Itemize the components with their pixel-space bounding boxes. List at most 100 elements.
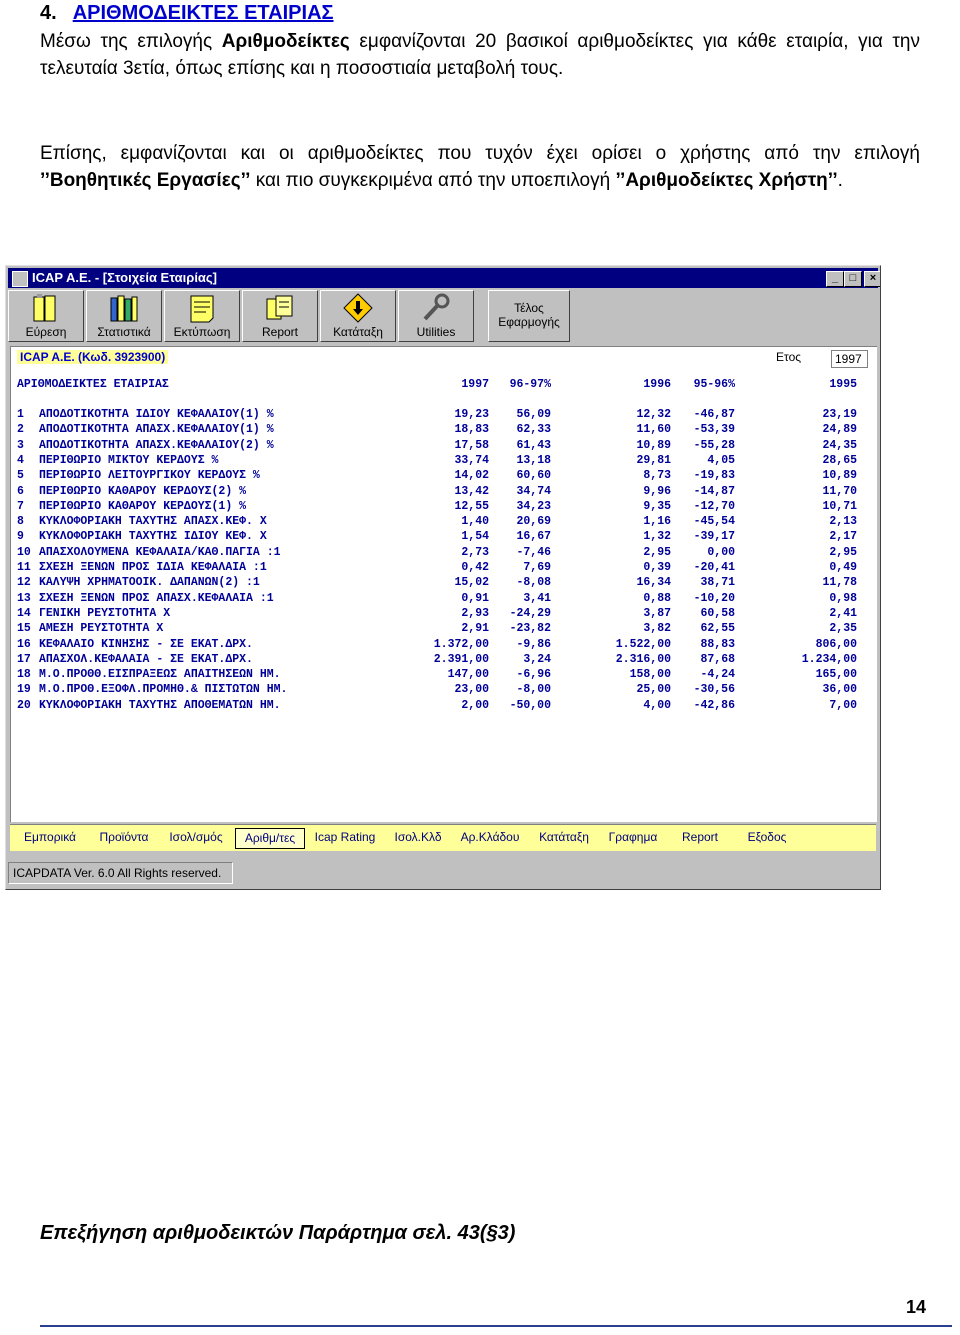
column-header: 1997 (461, 378, 489, 391)
tab-9[interactable]: Γραφημα (602, 828, 664, 847)
toolbar-button-label: Utilities (416, 325, 456, 339)
ratio-name: Μ.Ο.ΠΡΟΘ.ΕΞΟΦΛ.ΠΡΟΜΗΘ.& ΠΙΣΤΩΤΩΝ ΗΜ. (39, 683, 288, 697)
tab-1[interactable]: Εμπορικά (14, 828, 86, 847)
ratio-value: 34,74 (516, 484, 551, 498)
ratio-name: ΠΕΡΙΘΩΡΙΟ ΛΕΙΤΟΥΡΓΙΚΟΥ ΚΕΡΔΟΥΣ % (39, 469, 260, 483)
ratio-name: ΠΕΡΙΘΩΡΙΟ ΚΑΘΑΡΟΥ ΚΕΡΔΟΥΣ(2) % (39, 484, 247, 498)
document-icon (186, 293, 218, 323)
row-number: 19 (17, 683, 31, 697)
table-row: 5 ΠΕΡΙΘΩΡΙΟ ΛΕΙΤΟΥΡΓΙΚΟΥ ΚΕΡΔΟΥΣ % 14,02 60… (11, 469, 877, 484)
toolbar-button-1[interactable]: Εύρεση (8, 290, 84, 342)
ratio-value: 60,60 (516, 469, 551, 483)
toolbar-button-3[interactable]: Εκτύπωση (164, 290, 240, 342)
exit-application-button[interactable]: Τέλος Εφαρμογής (488, 290, 570, 342)
ratio-name: ΚΥΚΛΟΦΟΡΙΑΚΗ ΤΑΧΥΤΗΣ ΙΔΙΟΥ ΚΕΦ. Χ (39, 530, 267, 544)
toolbar-button-6[interactable]: Utilities (398, 290, 474, 342)
tab-10[interactable]: Report (669, 828, 731, 847)
toolbar-button-4[interactable]: Report (242, 290, 318, 342)
ratio-value: 0,49 (829, 561, 857, 574)
table-row: 11 ΣΧΕΣΗ ΞΕΝΩΝ ΠΡΟΣ ΙΔΙΑ ΚΕΦΑΛΑΙΑ :1 0,42 7… (11, 561, 877, 576)
table-row: 3 ΑΠΟΔΟΤΙΚΟΤΗΤΑ ΑΠΑΣΧ.ΚΕΦΑΛΑΙΟΥ(2) % 17,58… (11, 439, 877, 454)
tab-11[interactable]: Εξοδος (736, 828, 798, 847)
ratio-value: 61,43 (516, 438, 551, 452)
ratio-value: 1.234,00 (801, 652, 857, 666)
table-row: 20 ΚΥΚΛΟΦΟΡΙΑΚΗ ΤΑΧΥΤΗΣ ΑΠΟΘΕΜΑΤΩΝ ΗΜ. 2,0… (11, 699, 877, 714)
ratio-value: 13,18 (516, 453, 551, 467)
tab-2[interactable]: Προϊόντα (91, 828, 157, 847)
wrench-icon (420, 293, 452, 323)
ratio-value: 36,00 (822, 683, 857, 697)
tab-6[interactable]: Ισολ.Κλδ (387, 828, 449, 847)
maximize-button[interactable]: □ (844, 271, 862, 287)
ratio-value: 2,17 (829, 530, 857, 544)
close-button[interactable]: × (864, 271, 880, 287)
ratio-value: -53,39 (693, 423, 735, 437)
bold-term: ’’Αριθμοδείκτες Χρήστη’’ (615, 170, 838, 191)
ratio-value: 806,00 (815, 637, 857, 651)
toolbar-button-label: Στατιστικά (97, 325, 151, 339)
ratio-value: 60,58 (700, 606, 735, 620)
table-title: ΑΡΙΘΜΟΔΕΙΚΤΕΣ ΕΤΑΙΡΙΑΣ (17, 378, 169, 391)
ratio-value: -42,86 (693, 698, 735, 712)
table-row: 16 ΚΕΦΑΛΑΙΟ ΚΙΝΗΣΗΣ - ΣΕ ΕΚΑΤ.ΔΡΧ. 1.372,0… (11, 638, 877, 653)
paragraph-1: Μέσω της επιλογής Αριθμοδείκτες εμφανίζο… (40, 31, 920, 79)
column-header: 96-97% (509, 378, 551, 391)
row-number: 13 (17, 591, 31, 605)
ratio-value: -8,08 (516, 576, 551, 590)
ratio-value: 4,05 (707, 453, 735, 467)
ratio-name: ΚΥΚΛΟΦΟΡΙΑΚΗ ΤΑΧΥΤΗΣ ΑΠΟΘΕΜΑΤΩΝ ΗΜ. (39, 698, 281, 712)
ratio-name: ΑΠΑΣΧΟΛ.ΚΕΦΑΛΑΙΑ - ΣΕ ΕΚΑΤ.ΔΡΧ. (39, 652, 253, 666)
tab-3[interactable]: Ισολ/σμός (162, 828, 230, 847)
exit-button-label: Τέλος Εφαρμογής (498, 301, 560, 329)
row-number: 12 (17, 576, 31, 590)
year-select[interactable]: 1997 (831, 350, 868, 368)
ratio-value: 24,35 (822, 438, 857, 452)
ratio-name: ΚΕΦΑΛΑΙΟ ΚΙΝΗΣΗΣ - ΣΕ ΕΚΑΤ.ΔΡΧ. (39, 637, 253, 651)
status-bar: ICAPDATA Ver. 6.0 All Rights reserved. (8, 862, 233, 884)
ratio-value: 0,00 (707, 545, 735, 559)
ratio-value: -50,00 (509, 698, 551, 712)
ratio-name: ΣΧΕΣΗ ΞΕΝΩΝ ΠΡΟΣ ΑΠΑΣΧ.ΚΕΦΑΛΑΙΑ :1 (39, 591, 274, 605)
row-number: 7 (17, 499, 24, 513)
table-row: 19 Μ.Ο.ΠΡΟΘ.ΕΞΟΦΛ.ΠΡΟΜΗΘ.& ΠΙΣΤΩΤΩΝ ΗΜ. 23… (11, 683, 877, 698)
ratio-value: 62,55 (700, 622, 735, 636)
ratio-value: -55,28 (693, 438, 735, 452)
table-row: 17 ΑΠΑΣΧΟΛ.ΚΕΦΑΛΑΙΑ - ΣΕ ΕΚΑΤ.ΔΡΧ. 2.391,0… (11, 653, 877, 668)
ratio-name: ΑΠΟΔΟΤΙΚΟΤΗΤΑ ΑΠΑΣΧ.ΚΕΦΑΛΑΙΟΥ(1) % (39, 423, 274, 437)
footnote: Επεξήγηση αριθμοδεικτών Παράρτημα σελ. 4… (40, 1222, 516, 1244)
bottom-tab-bar: Εμπορικά Προϊόντα Ισολ/σμός Αριθμ/τες Icap R… (10, 824, 876, 851)
ratio-value: -8,00 (516, 683, 551, 697)
table-row: 4 ΠΕΡΙΘΩΡΙΟ ΜΙΚΤΟΥ ΚΕΡΔΟΥΣ % 33,74 13,18 29,… (11, 454, 877, 469)
toolbar-button-label: Report (261, 325, 299, 339)
ratio-value: -10,20 (693, 591, 735, 605)
ratio-value: 2,41 (829, 606, 857, 620)
ratio-value: -12,70 (693, 499, 735, 513)
ratio-value: 38,71 (700, 576, 735, 590)
ratio-value: 88,83 (700, 637, 735, 651)
ratio-value: -23,82 (509, 622, 551, 636)
ratio-value: -20,41 (693, 561, 735, 574)
row-number: 17 (17, 652, 31, 666)
row-number: 15 (17, 622, 31, 636)
ratio-name: ΑΠΟΔΟΤΙΚΟΤΗΤΑ ΙΔΙΟΥ ΚΕΦΑΛΑΙΟΥ(1) % (39, 408, 274, 421)
window-title: ICAP A.E. - [Στοιχεία Εταιρίας] (32, 270, 218, 285)
ratio-value: 20,69 (516, 515, 551, 529)
toolbar-button-5[interactable]: Κατάταξη (320, 290, 396, 342)
table-row: 12 ΚΑΛΥΨΗ ΧΡΗΜΑΤΟΟΙΚ. ΔΑΠΑΝΩΝ(2) :1 15,02-… (11, 576, 877, 591)
section-heading: 4. ΑΡΙΘΜΟΔΕΙΚΤΕΣ ΕΤΑΙΡΙΑΣ (40, 2, 334, 25)
toolbar-button-2[interactable]: Στατιστικά (86, 290, 162, 342)
ratio-name: ΑΠΑΣΧΟΛΟΥΜΕΝΑ ΚΕΦΑΛΑΙΑ/ΚΑΘ.ΠΑΓΙΑ :1 (39, 545, 281, 559)
tab-8[interactable]: Κατάταξη (531, 828, 597, 847)
ratio-value: 7,00 (829, 698, 857, 712)
ratio-value: -24,29 (509, 606, 551, 620)
page-number: 14 (906, 1297, 927, 1317)
tab-5[interactable]: Icap Rating (308, 828, 382, 847)
ratio-value: -6,96 (516, 668, 551, 682)
minimize-button[interactable]: _ (826, 271, 844, 287)
section-number: 4. (40, 2, 57, 24)
tab-7[interactable]: Αρ.Κλάδου (454, 828, 526, 847)
ratio-value: 62,33 (516, 423, 551, 437)
row-number: 5 (17, 469, 24, 483)
ratio-name: ΠΕΡΙΘΩΡΙΟ ΜΙΚΤΟΥ ΚΕΡΔΟΥΣ % (39, 453, 219, 467)
tab-4[interactable]: Αριθμ/τες (235, 828, 305, 849)
